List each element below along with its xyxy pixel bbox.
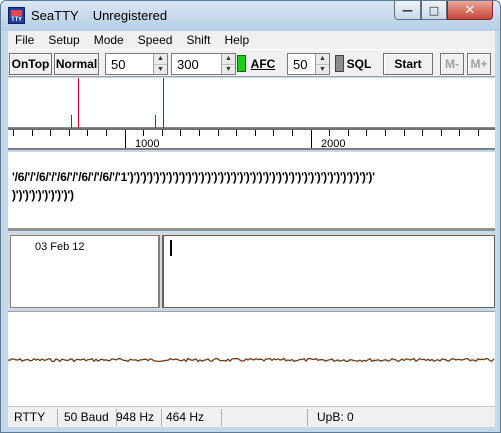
signal-trace-line: [8, 357, 495, 363]
normal-button[interactable]: Normal: [54, 53, 99, 75]
scale-tick: [255, 130, 256, 136]
menu-bar: File Setup Mode Speed Shift Help: [8, 31, 495, 49]
scale-tick: [478, 130, 479, 136]
app-window: TTY SeaTTY Unregistered — □ ✕ File Setup …: [0, 0, 501, 433]
arrow-up-icon[interactable]: ▲: [154, 54, 167, 64]
arrow-down-icon[interactable]: ▼: [154, 64, 167, 74]
menu-mode[interactable]: Mode: [87, 33, 131, 47]
waterfall-display[interactable]: [8, 311, 495, 406]
arrow-down-icon[interactable]: ▼: [222, 64, 235, 74]
squelch-value: 50: [293, 57, 308, 72]
menu-file[interactable]: File: [8, 33, 41, 47]
scale-tick: [106, 130, 107, 136]
scale-tick: [162, 130, 163, 136]
speed-stepper-arrows[interactable]: ▲ ▼: [153, 54, 167, 74]
squelch-stepper[interactable]: 50 ▲ ▼: [287, 53, 330, 75]
scale-tick: [273, 130, 274, 136]
lower-panel: 03 Feb 12: [8, 233, 495, 309]
status-mark-freq: 948 Hz: [112, 409, 162, 426]
scale-tick: [50, 130, 51, 136]
sql-indicator: [335, 55, 344, 72]
signal-trace: [8, 357, 495, 363]
shift-stepper[interactable]: 300 ▲ ▼: [171, 53, 236, 75]
mark-marker: [78, 78, 79, 128]
text-cursor: [170, 240, 172, 256]
scale-tick: [13, 130, 14, 136]
log-date: 03 Feb 12: [35, 241, 85, 253]
ontop-button[interactable]: OnTop: [9, 53, 52, 75]
arrow-up-icon[interactable]: ▲: [222, 54, 235, 64]
scale-label: 2000: [321, 138, 346, 150]
squelch-stepper-arrows[interactable]: ▲ ▼: [315, 54, 329, 74]
menu-help[interactable]: Help: [217, 33, 256, 47]
frequency-scale[interactable]: 1000 2000: [8, 128, 495, 150]
spectrum-peak: [71, 115, 72, 128]
speed-stepper[interactable]: 50 ▲ ▼: [105, 53, 168, 75]
scale-tick: [32, 130, 33, 136]
arrow-down-icon[interactable]: ▼: [316, 64, 329, 74]
scale-tick: [292, 130, 293, 136]
sql-button[interactable]: SQL: [344, 53, 374, 75]
app-name: SeaTTY: [31, 8, 79, 23]
memory-minus-button[interactable]: M-: [440, 53, 464, 75]
minimize-icon: —: [402, 3, 413, 17]
scale-tick: [143, 130, 144, 136]
status-mode: RTTY: [10, 409, 58, 426]
menu-setup[interactable]: Setup: [41, 33, 86, 47]
memory-plus-button[interactable]: M+: [467, 53, 491, 75]
toolbar: OnTop Normal 50 ▲ ▼ 300 ▲ ▼ AFC 50 ▲ ▼ S…: [8, 49, 495, 77]
title-bar[interactable]: TTY SeaTTY Unregistered — □ ✕: [1, 1, 500, 31]
scale-tick: [385, 130, 386, 136]
status-baud: 50 Baud: [60, 409, 117, 426]
shift-stepper-arrows[interactable]: ▲ ▼: [221, 54, 235, 74]
scale-tick: [218, 130, 219, 136]
arrow-up-icon[interactable]: ▲: [316, 54, 329, 64]
afc-button[interactable]: AFC: [248, 53, 278, 75]
scale-tick: [366, 130, 367, 136]
scale-label: 1000: [135, 138, 160, 150]
scale-tick: [329, 130, 330, 136]
transmit-text-area[interactable]: [162, 235, 495, 308]
spectrum-peak: [155, 115, 156, 128]
menu-speed[interactable]: Speed: [131, 33, 180, 47]
receive-text-line: )')')')')')')')')'): [12, 188, 74, 202]
scale-tick: [348, 130, 349, 136]
status-empty: [222, 409, 308, 426]
status-upb: UpB: 0: [317, 410, 354, 424]
status-shift-freq: 464 Hz: [162, 409, 222, 426]
registration-status: Unregistered: [92, 8, 168, 23]
scale-tick: [441, 130, 442, 136]
scale-tick: [87, 130, 88, 136]
afc-indicator: [237, 55, 246, 72]
scale-tick: [69, 130, 70, 136]
scale-major-tick: [125, 130, 126, 148]
maximize-button[interactable]: □: [421, 1, 447, 20]
log-panel[interactable]: 03 Feb 12: [10, 235, 160, 308]
menu-shift[interactable]: Shift: [179, 33, 217, 47]
scale-tick: [180, 130, 181, 136]
scale-tick: [199, 130, 200, 136]
scale-tick: [236, 130, 237, 136]
close-button[interactable]: ✕: [447, 1, 493, 20]
scale-tick: [422, 130, 423, 136]
status-bar: RTTY 50 Baud 948 Hz 464 Hz UpB: 0: [8, 406, 495, 427]
window-title: SeaTTY Unregistered: [31, 8, 167, 23]
scale-tick: [459, 130, 460, 136]
scale-major-tick: [311, 130, 312, 148]
receive-text-area[interactable]: '/6/'/'/6/'/'/6/'/'/6/'/'/6/'/'1')')')')…: [8, 152, 495, 231]
space-marker: [163, 78, 164, 128]
start-button[interactable]: Start: [383, 53, 433, 75]
receive-text-line: '/6/'/'/6/'/'/6/'/'/6/'/'/6/'/'1')')')')…: [12, 170, 375, 184]
app-icon[interactable]: TTY: [8, 7, 25, 24]
close-icon: ✕: [464, 2, 476, 18]
spectrum-display[interactable]: [8, 78, 495, 128]
minimize-button[interactable]: —: [394, 1, 421, 20]
shift-value: 300: [177, 57, 199, 72]
speed-value: 50: [111, 57, 126, 72]
maximize-icon: □: [428, 3, 440, 17]
app-icon-label: TTY: [11, 16, 22, 23]
scale-tick: [404, 130, 405, 136]
